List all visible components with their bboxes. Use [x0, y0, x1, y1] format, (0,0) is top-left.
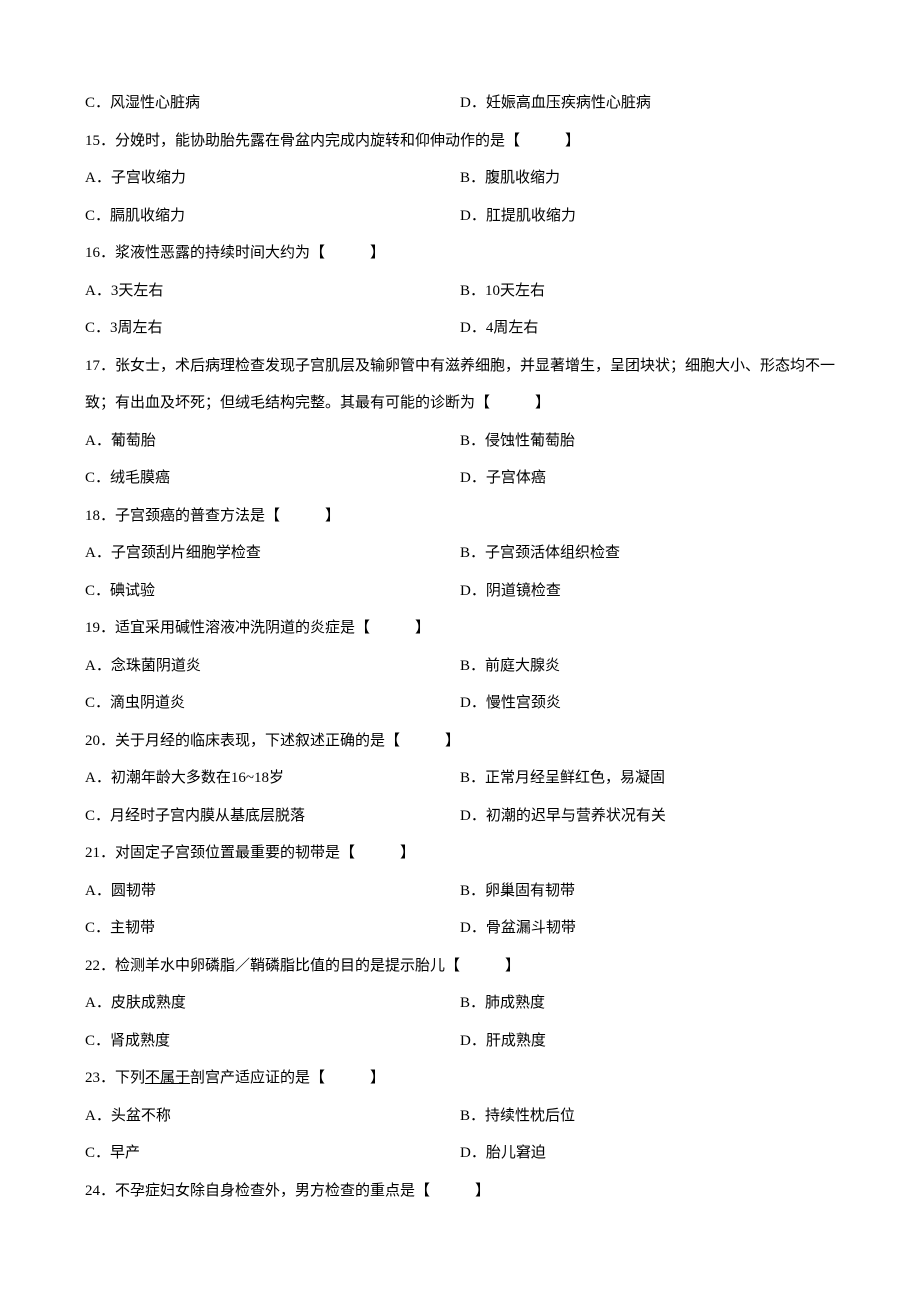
option-22-d: D．肝成熟度: [460, 1023, 835, 1061]
option-14-d: D．妊娠高血压疾病性心脏病: [460, 85, 835, 123]
question-17-stem: 17．张女士，术后病理检查发现子宫肌层及输卵管中有滋养细胞，并显著增生，呈团块状…: [85, 348, 835, 423]
option-18-d: D．阴道镜检查: [460, 573, 835, 611]
option-15-a: A．子宫收缩力: [85, 160, 460, 198]
option-17-d: D．子宫体癌: [460, 460, 835, 498]
option-16-c: C．3周左右: [85, 310, 460, 348]
option-18-c: C．碘试验: [85, 573, 460, 611]
option-17-c: C．绒毛膜癌: [85, 460, 460, 498]
question-21-stem: 21．对固定子宫颈位置最重要的韧带是【 】: [85, 835, 835, 873]
option-15-b: B．腹肌收缩力: [460, 160, 835, 198]
option-20-d: D．初潮的迟早与营养状况有关: [460, 798, 835, 836]
question-15-stem: 15．分娩时，能协助胎先露在骨盆内完成内旋转和仰伸动作的是【 】: [85, 123, 835, 161]
question-23-underlined: 不属于: [145, 1070, 190, 1086]
question-19-stem: 19．适宜采用碱性溶液冲洗阴道的炎症是【 】: [85, 610, 835, 648]
option-23-a: A．头盆不称: [85, 1098, 460, 1136]
option-20-c: C．月经时子宫内膜从基底层脱落: [85, 798, 460, 836]
option-16-a: A．3天左右: [85, 273, 460, 311]
option-23-d: D．胎儿窘迫: [460, 1135, 835, 1173]
option-14-c: C．风湿性心脏病: [85, 85, 460, 123]
option-21-a: A．圆韧带: [85, 873, 460, 911]
option-19-b: B．前庭大腺炎: [460, 648, 835, 686]
option-20-a: A．初潮年龄大多数在16~18岁: [85, 760, 460, 798]
option-21-d: D．骨盆漏斗韧带: [460, 910, 835, 948]
option-15-c: C．膈肌收缩力: [85, 198, 460, 236]
question-20-stem: 20．关于月经的临床表现，下述叙述正确的是【 】: [85, 723, 835, 761]
option-18-b: B．子宫颈活体组织检查: [460, 535, 835, 573]
option-22-b: B．肺成熟度: [460, 985, 835, 1023]
option-16-d: D．4周左右: [460, 310, 835, 348]
question-24-stem: 24．不孕症妇女除自身检查外，男方检查的重点是【 】: [85, 1173, 835, 1211]
option-16-b: B．10天左右: [460, 273, 835, 311]
option-18-a: A．子宫颈刮片细胞学检查: [85, 535, 460, 573]
option-17-b: B．侵蚀性葡萄胎: [460, 423, 835, 461]
question-22-stem: 22．检测羊水中卵磷脂／鞘磷脂比值的目的是提示胎儿【 】: [85, 948, 835, 986]
question-16-stem: 16．浆液性恶露的持续时间大约为【 】: [85, 235, 835, 273]
option-17-a: A．葡萄胎: [85, 423, 460, 461]
question-18-stem: 18．子宫颈癌的普查方法是【 】: [85, 498, 835, 536]
option-21-c: C．主韧带: [85, 910, 460, 948]
option-23-b: B．持续性枕后位: [460, 1098, 835, 1136]
option-19-d: D．慢性宫颈炎: [460, 685, 835, 723]
question-23-stem: 23．下列不属于剖宫产适应证的是【 】: [85, 1060, 835, 1098]
option-23-c: C．早产: [85, 1135, 460, 1173]
option-22-c: C．肾成熟度: [85, 1023, 460, 1061]
question-23-prefix: 23．下列: [85, 1070, 145, 1086]
option-22-a: A．皮肤成熟度: [85, 985, 460, 1023]
option-19-c: C．滴虫阴道炎: [85, 685, 460, 723]
option-21-b: B．卵巢固有韧带: [460, 873, 835, 911]
option-19-a: A．念珠菌阴道炎: [85, 648, 460, 686]
option-20-b: B．正常月经呈鲜红色，易凝固: [460, 760, 835, 798]
question-23-suffix: 剖宫产适应证的是【 】: [190, 1070, 385, 1086]
option-15-d: D．肛提肌收缩力: [460, 198, 835, 236]
